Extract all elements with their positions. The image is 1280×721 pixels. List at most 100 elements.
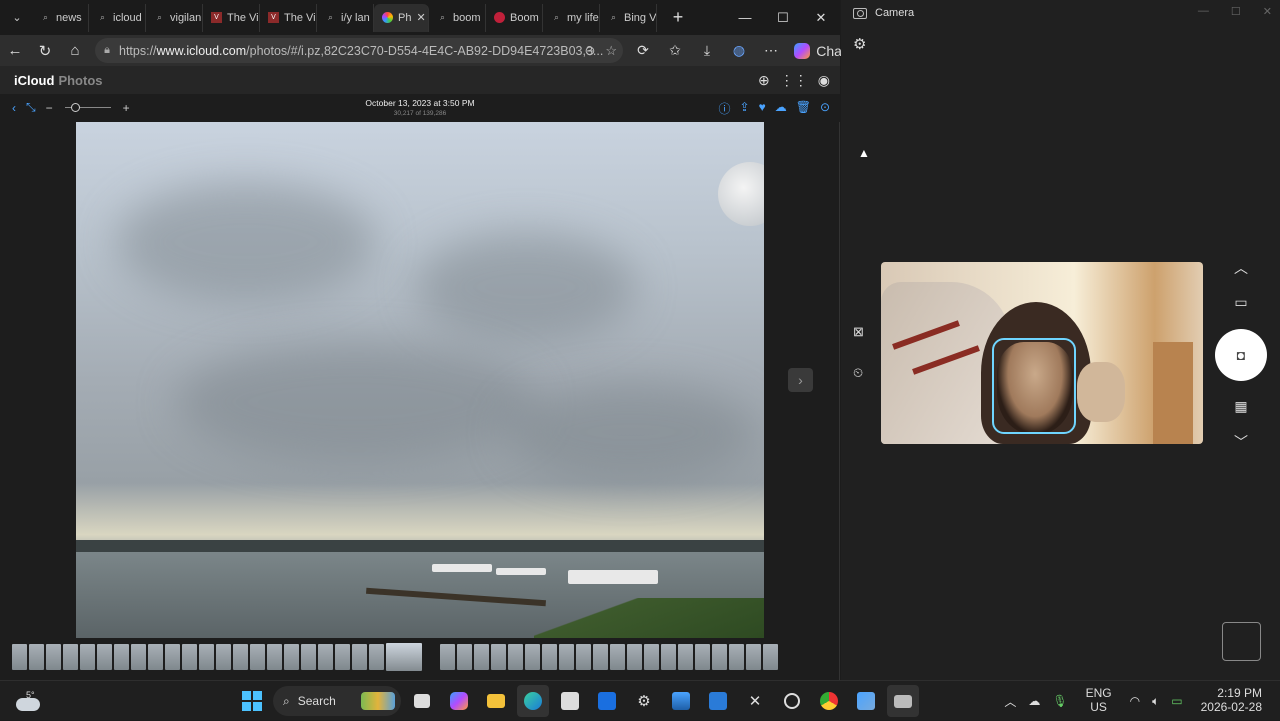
favorites-icon[interactable]: ✩ [660,38,690,63]
close-tab-icon[interactable]: ✕ [416,11,425,24]
edge-browser-icon[interactable] [517,685,549,717]
filmstrip-thumbnail[interactable] [29,644,44,670]
tab-boom[interactable]: ⌕ boom [429,3,486,32]
battery-icon[interactable]: ▭ [1171,694,1182,708]
chevron-up-tray-icon[interactable]: ︿ [1004,693,1016,710]
copilot-app-icon[interactable] [443,685,475,717]
filmstrip-thumbnail[interactable] [114,644,129,670]
more-menu-icon[interactable]: ⋯ [756,38,786,63]
tab-bing-v[interactable]: ⌕ Bing V [600,3,657,32]
filmstrip-thumbnail[interactable] [661,644,676,670]
filmstrip-thumbnail[interactable] [746,644,761,670]
tab-icloud[interactable]: ⌕ icloud [89,3,146,32]
taskbar-search[interactable]: ⌕ Search [273,686,401,716]
filmstrip-thumbnail[interactable] [644,644,659,670]
volume-icon[interactable]: 🔈︎ [1152,694,1159,709]
share-icon[interactable]: ⇪ [740,100,750,117]
filmstrip-thumbnail[interactable] [233,644,248,670]
address-bar[interactable]: 🔒︎ https://www.icloud.com/photos/#/i.pz,… [95,38,623,63]
onedrive-icon[interactable]: ☁ [1028,694,1040,708]
tab-actions-menu[interactable]: ⌄ [4,5,30,31]
start-button[interactable] [236,685,268,717]
close-icon[interactable]: ✕ [1263,5,1272,18]
new-tab-button[interactable]: + [663,7,693,28]
add-icon[interactable]: ⊕ [758,72,770,89]
filmstrip-thumbnail[interactable] [610,644,625,670]
main-photo[interactable] [76,122,764,638]
timer-off-icon[interactable]: ⏲ [853,365,863,381]
filmstrip-thumbnail[interactable] [576,644,591,670]
tab-vigilan[interactable]: ⌕ vigilan [146,3,203,32]
filmstrip-thumbnail[interactable] [335,644,350,670]
filmstrip-thumbnail[interactable] [695,644,710,670]
wifi-icon[interactable]: ◠ [1130,694,1140,708]
photos-app-icon[interactable] [665,685,697,717]
filmstrip-thumbnail[interactable] [474,644,489,670]
video-mode-icon[interactable]: ▭ [1221,294,1261,311]
filmstrip-thumbnail[interactable] [763,644,778,670]
more-options-icon[interactable]: ⊙ [820,100,830,117]
zoom-slider[interactable] [64,103,111,112]
tab-iy-lan[interactable]: ⌕ i/y lan [317,3,374,32]
filmstrip-thumbnail-selected[interactable] [386,643,422,671]
close-icon[interactable]: ✕ [802,0,840,35]
tab-news[interactable]: ⌕ news [32,3,89,32]
filmstrip-thumbnail[interactable] [457,644,472,670]
filmstrip-thumbnail[interactable] [131,644,146,670]
chevron-up-icon[interactable]: ︿ [1221,258,1261,278]
icloud-logo[interactable]: iCloud [14,73,54,88]
language-indicator[interactable]: ENG US [1080,687,1118,715]
qr-code-icon[interactable]: ▦ [1221,398,1261,415]
filmstrip-thumbnail[interactable] [267,644,282,670]
hdr-off-icon[interactable]: ⊠ [853,324,864,340]
home-icon[interactable]: ⌂ [60,42,90,59]
filmstrip-thumbnail[interactable] [525,644,540,670]
filmstrip-thumbnail[interactable] [440,644,455,670]
store-icon[interactable] [554,685,586,717]
trash-icon[interactable]: 🗑︎ [796,100,811,117]
tab-the-vi-2[interactable]: V The Vi [260,3,317,32]
back-icon[interactable]: ← [0,42,30,59]
microphone-icon[interactable]: 🎙︎ [1052,694,1067,708]
download-cloud-icon[interactable]: ☁ [775,100,787,117]
weather-widget[interactable]: 5° [14,688,44,714]
camera-app-taskbar-icon[interactable] [887,685,919,717]
filmstrip-thumbnail[interactable] [559,644,574,670]
file-explorer-icon[interactable] [480,685,512,717]
app-grid-icon[interactable]: ⋮⋮ [780,72,808,89]
filmstrip-thumbnail[interactable] [491,644,506,670]
filmstrip-thumbnail[interactable] [165,644,180,670]
zoom-slider-thumb[interactable] [70,103,80,112]
filmstrip-thumbnail[interactable] [250,644,265,670]
minimize-icon[interactable]: — [1198,5,1209,18]
filmstrip-thumbnail[interactable] [199,644,214,670]
filmstrip-thumbnail[interactable] [369,644,384,670]
filmstrip-thumbnail[interactable] [216,644,231,670]
filmstrip-thumbnail[interactable] [627,644,642,670]
info-icon[interactable]: ⓘ [719,100,731,117]
minimize-icon[interactable]: — [726,0,764,35]
gallery-app-icon[interactable] [850,685,882,717]
zoom-in-icon[interactable]: + [123,101,130,115]
chrome-icon[interactable] [813,685,845,717]
vpn-globe-icon[interactable]: ◍ [724,38,754,63]
mail-app-icon[interactable] [702,685,734,717]
filmstrip-thumbnail[interactable] [352,644,367,670]
filmstrip-thumbnail[interactable] [46,644,61,670]
chevron-down-icon[interactable]: ﹀ [1221,432,1261,452]
clock[interactable]: 2:19 PM 2026-02-28 [1195,687,1268,715]
filmstrip-thumbnail[interactable] [182,644,197,670]
account-icon[interactable]: ◉ [818,72,830,89]
take-photo-button[interactable]: ◘ [1215,329,1267,381]
filmstrip-thumbnail[interactable] [508,644,523,670]
task-view-icon[interactable] [406,685,438,717]
capcut-icon[interactable]: ✕ [739,685,771,717]
heart-icon[interactable]: ♥ [759,100,766,117]
filmstrip-thumbnail[interactable] [148,644,163,670]
filmstrip-thumbnail[interactable] [318,644,333,670]
tab-photos-active[interactable]: Ph ✕ [374,3,429,32]
zoom-icon[interactable]: ⊖ [584,43,595,59]
filmstrip-thumbnail[interactable] [63,644,78,670]
favorite-star-icon[interactable]: ☆ [605,43,617,59]
tab-boom-2[interactable]: Boom [486,3,543,32]
